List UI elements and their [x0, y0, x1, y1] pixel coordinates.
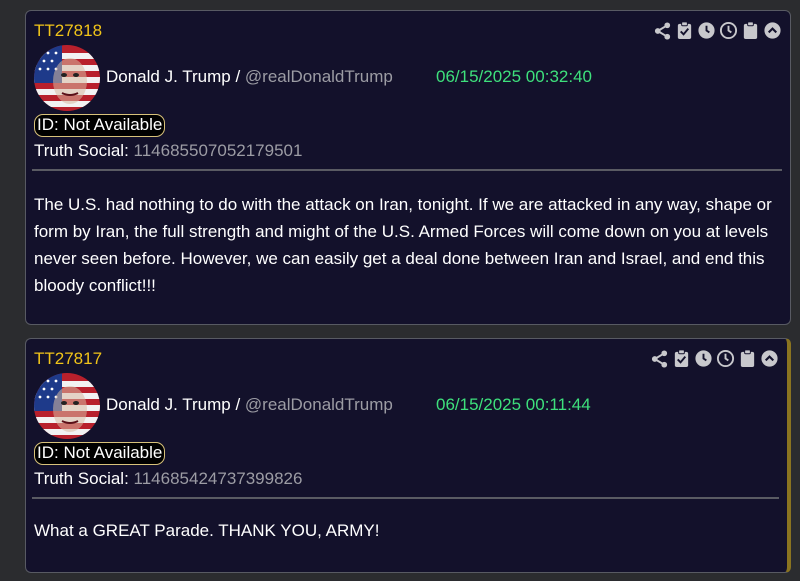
author-handle[interactable]: @realDonaldTrump — [245, 67, 393, 86]
post-body: The U.S. had nothing to do with the atta… — [34, 195, 772, 295]
chevron-up-circle-icon[interactable] — [760, 349, 779, 368]
post-tt-id[interactable]: TT27817 — [34, 349, 102, 369]
clipboard-check-icon[interactable] — [672, 349, 691, 368]
post-card: TT27817 Donald J. Trump / @realDonaldTru… — [25, 338, 791, 573]
clock-filled-icon[interactable] — [694, 349, 713, 368]
author-name[interactable]: Donald J. Trump — [106, 67, 231, 86]
divider — [32, 497, 779, 499]
source-label: Truth Social: — [34, 469, 129, 488]
post-tt-id[interactable]: TT27818 — [34, 21, 102, 41]
clipboard-icon[interactable] — [738, 349, 757, 368]
author-name[interactable]: Donald J. Trump — [106, 395, 231, 414]
id-badge: ID: Not Available — [34, 442, 166, 465]
divider — [32, 169, 782, 171]
clock-filled-icon[interactable] — [697, 21, 716, 40]
avatar[interactable] — [34, 45, 100, 111]
avatar[interactable] — [34, 373, 100, 439]
post-body: What a GREAT Parade. THANK YOU, ARMY! — [34, 521, 380, 540]
author-line: Donald J. Trump / @realDonaldTrump — [106, 395, 393, 415]
source-id-link[interactable]: 114685507052179501 — [134, 141, 303, 160]
author-separator: / — [230, 67, 245, 86]
source-line: Truth Social: 114685507052179501 — [34, 141, 302, 161]
source-line: Truth Social: 114685424737399826 — [34, 469, 302, 489]
post-toolbar — [650, 349, 779, 368]
post-card: TT27818 Donald J. Trump / @realDonaldTru… — [25, 10, 791, 325]
source-id-link[interactable]: 114685424737399826 — [134, 469, 303, 488]
share-icon[interactable] — [653, 21, 672, 40]
source-label: Truth Social: — [34, 141, 129, 160]
post-timestamp[interactable]: 06/15/2025 00:32:40 — [436, 67, 592, 87]
author-separator: / — [230, 395, 245, 414]
clipboard-icon[interactable] — [741, 21, 760, 40]
share-icon[interactable] — [650, 349, 669, 368]
clock-outline-icon[interactable] — [716, 349, 735, 368]
post-timestamp[interactable]: 06/15/2025 00:11:44 — [436, 395, 591, 415]
chevron-up-circle-icon[interactable] — [763, 21, 782, 40]
clock-outline-icon[interactable] — [719, 21, 738, 40]
post-toolbar — [653, 21, 782, 40]
post-feed: TT27818 Donald J. Trump / @realDonaldTru… — [0, 0, 800, 581]
author-handle[interactable]: @realDonaldTrump — [245, 395, 393, 414]
author-line: Donald J. Trump / @realDonaldTrump — [106, 67, 393, 87]
clipboard-check-icon[interactable] — [675, 21, 694, 40]
id-badge: ID: Not Available — [34, 114, 166, 137]
